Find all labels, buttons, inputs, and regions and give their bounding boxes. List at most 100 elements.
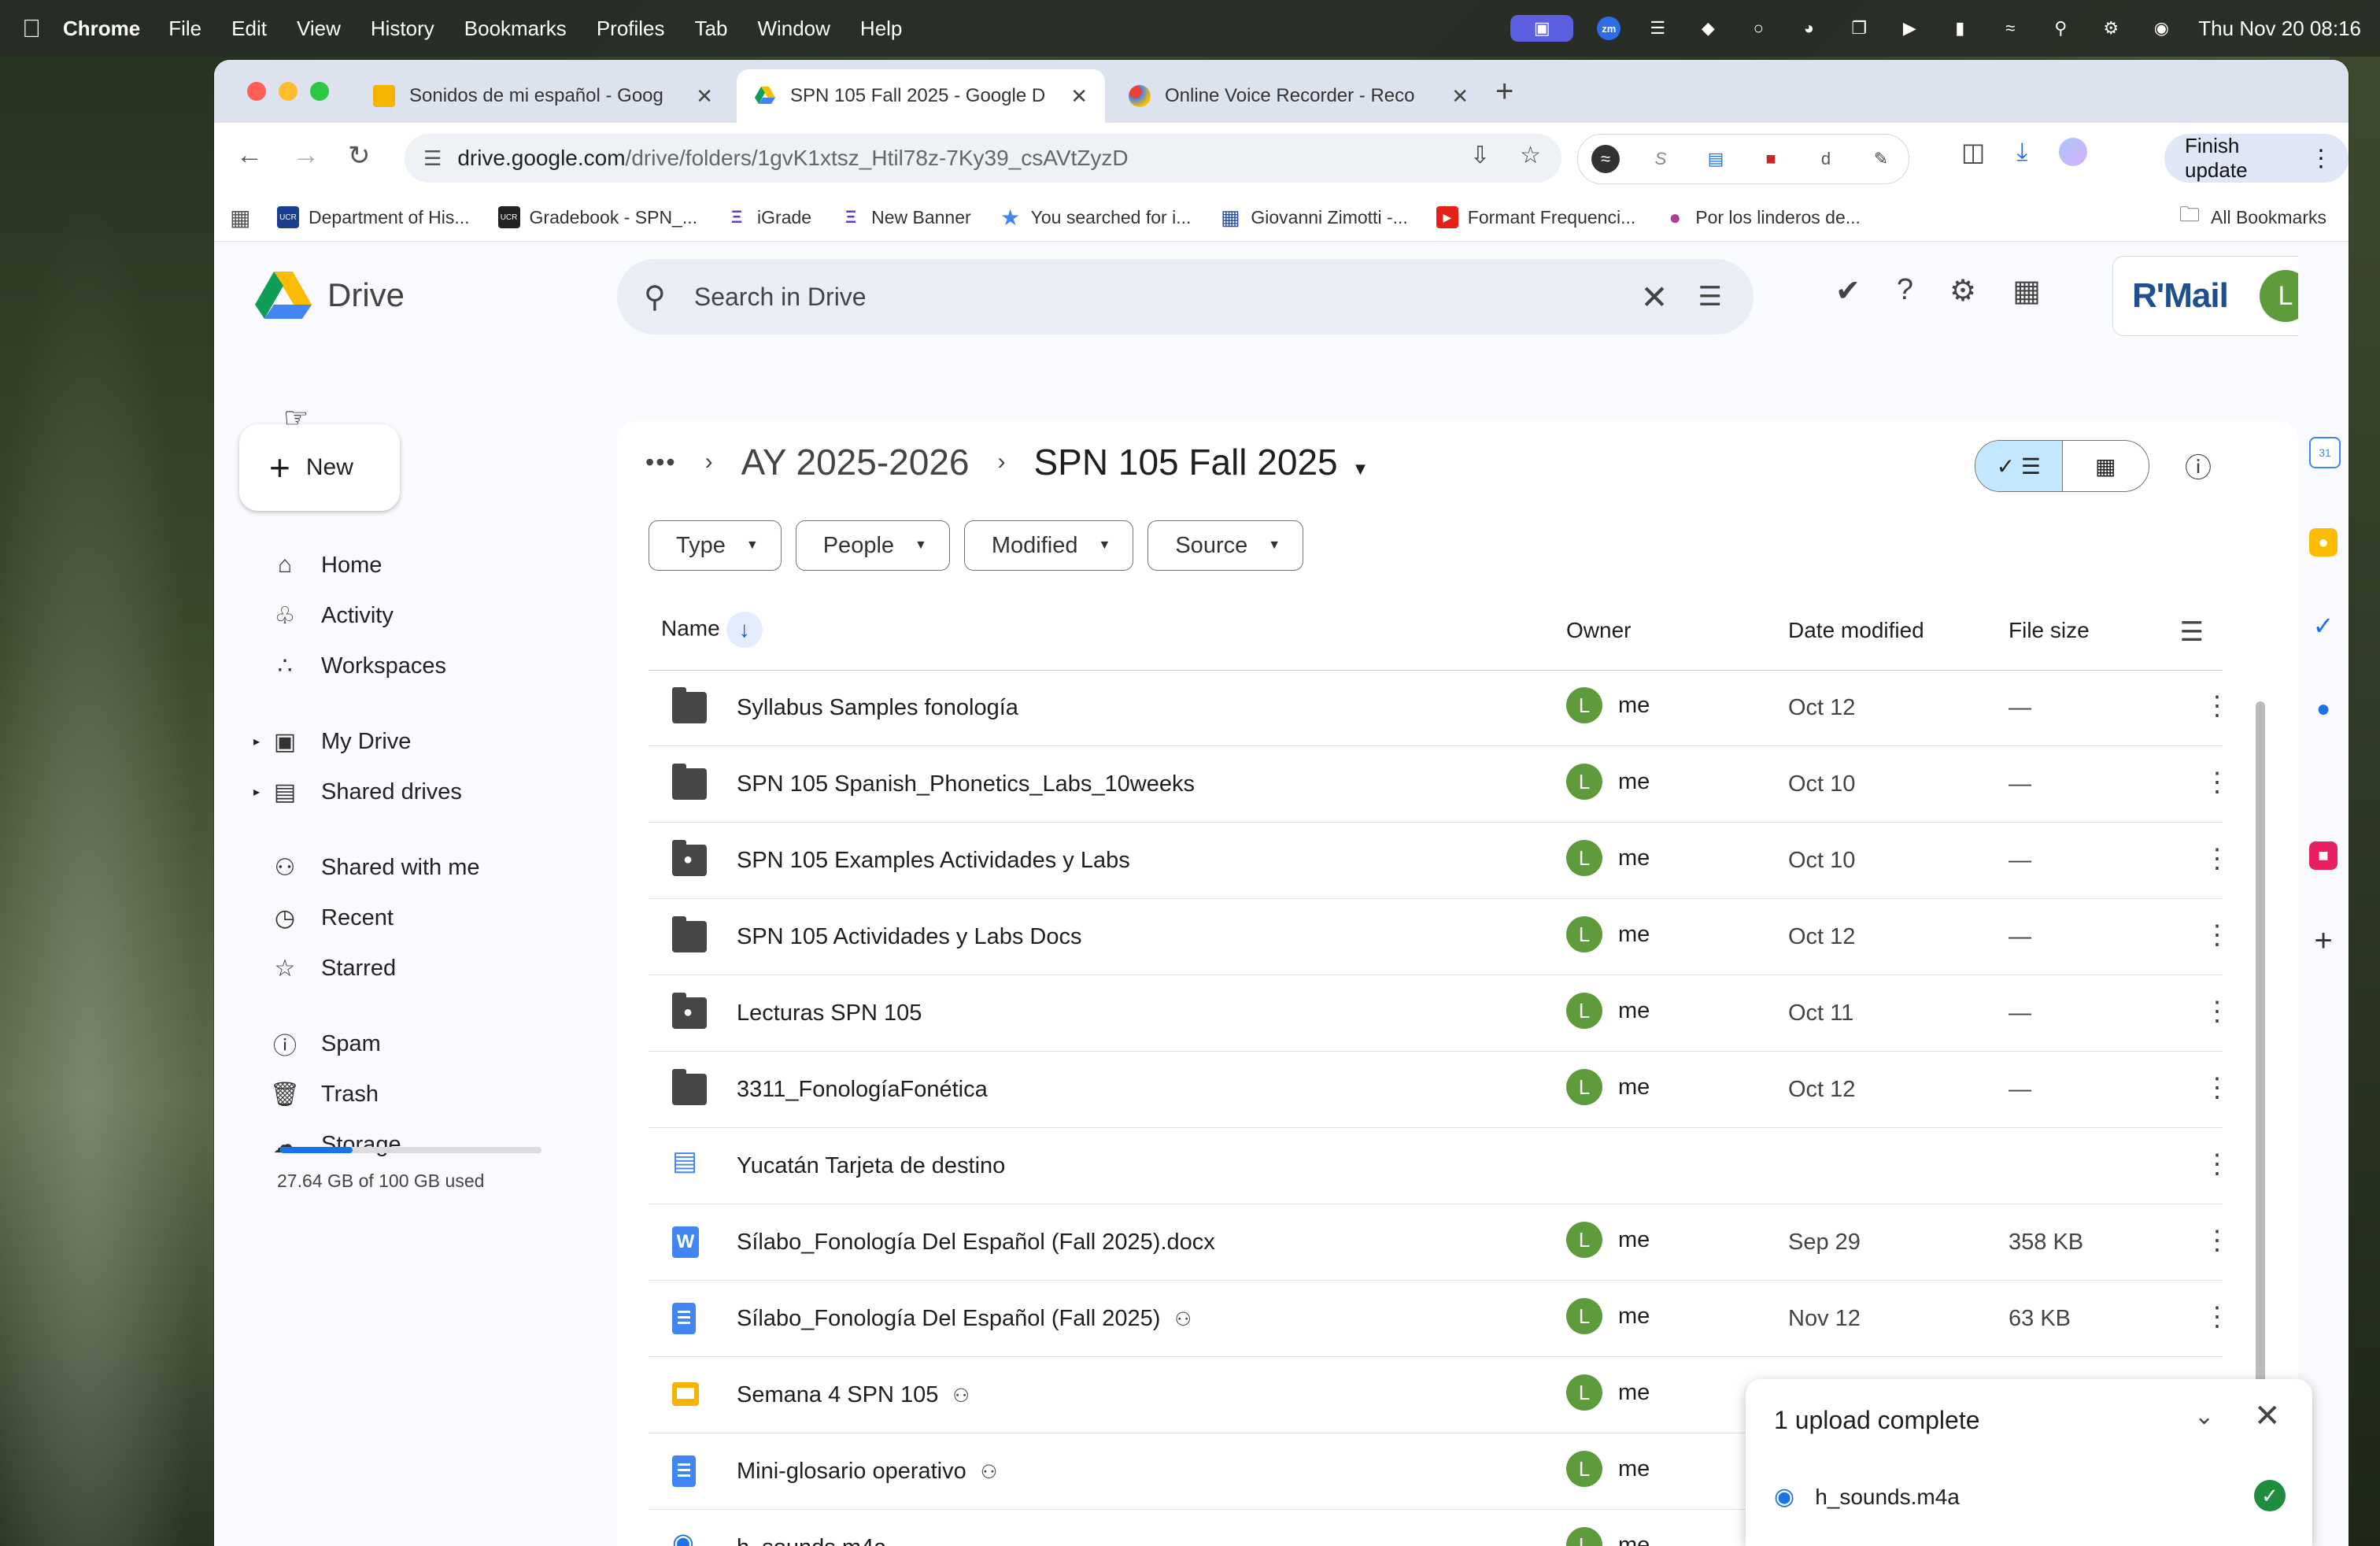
file-name[interactable]: Yucatán Tarjeta de destino	[737, 1153, 1005, 1179]
file-name[interactable]: Mini-glosario operativo ⚇	[737, 1459, 997, 1485]
fullscreen-window-button[interactable]	[310, 82, 329, 101]
clear-search-icon[interactable]: ✕	[1640, 278, 1668, 316]
get-addons-plus-icon[interactable]: +	[2309, 923, 2338, 958]
globe-icon[interactable]: ◕	[1795, 15, 1822, 42]
menubar-app-name[interactable]: Chrome	[63, 17, 140, 41]
addon-icon[interactable]: ■	[2309, 841, 2338, 870]
extension-red-icon[interactable]: ■	[1757, 145, 1785, 173]
table-row[interactable]: Sílabo_Fonología Del Español (Fall 2025)…	[649, 1281, 2230, 1357]
bookmark-star-icon[interactable]: ☆	[1520, 142, 1541, 169]
bookmark-item[interactable]: ΞiGrade	[726, 206, 811, 228]
url-text[interactable]: drive.google.com/drive/folders/1gvK1xtsz…	[457, 146, 1561, 171]
apps-grid-icon[interactable]: ▦	[230, 205, 277, 231]
sidebar-item-storage[interactable]: ☁ Storage	[269, 1125, 401, 1164]
file-name[interactable]: SPN 105 Examples Actividades y Labs	[737, 848, 1130, 874]
minimize-window-button[interactable]	[279, 82, 298, 101]
filter-chip-people[interactable]: People ▼	[795, 520, 950, 571]
table-row[interactable]: ● Lecturas SPN 105 Lme Oct 11 — ⋮	[649, 975, 2230, 1052]
keep-icon[interactable]: ●	[2309, 528, 2338, 557]
collapse-chevron-icon[interactable]: ⌄	[2194, 1403, 2214, 1430]
zoom-icon[interactable]: zm	[1597, 17, 1621, 40]
search-icon[interactable]: ⚲	[644, 279, 666, 315]
more-actions-icon[interactable]: ⋮	[2204, 1301, 2230, 1333]
downloads-icon[interactable]: ⤓	[2016, 137, 2027, 167]
breadcrumb-more-icon[interactable]: •••	[645, 448, 677, 477]
menu-view[interactable]: View	[297, 17, 341, 41]
calendar-icon[interactable]: 31	[2309, 437, 2341, 468]
upload-file-item[interactable]: ◉ h_sounds.m4a	[1774, 1483, 1960, 1511]
reload-icon[interactable]: ↻	[348, 140, 371, 172]
file-name[interactable]: Sílabo_Fonología Del Español (Fall 2025)…	[737, 1230, 1215, 1256]
search-input[interactable]	[692, 281, 1641, 313]
battery-icon[interactable]: ▮	[1946, 15, 1973, 42]
menu-tab[interactable]: Tab	[695, 17, 728, 41]
file-name[interactable]: SPN 105 Spanish_Phonetics_Labs_10weeks	[737, 771, 1195, 797]
window-stack-icon[interactable]: ❐	[1846, 15, 1872, 42]
more-actions-icon[interactable]: ⋮	[2204, 1225, 2230, 1256]
more-actions-icon[interactable]: ⋮	[2204, 996, 2230, 1027]
sidebar-item-shared-with-me[interactable]: ⚇ Shared with me	[269, 848, 480, 887]
more-actions-icon[interactable]: ⋮	[2204, 1072, 2230, 1104]
file-name[interactable]: Sílabo_Fonología Del Español (Fall 2025)…	[737, 1306, 1192, 1332]
details-info-icon[interactable]: ⓘ	[2185, 446, 2212, 485]
file-name[interactable]: SPN 105 Actividades y Labs Docs	[737, 924, 1081, 950]
column-header-owner[interactable]: Owner	[1566, 618, 1631, 643]
menu-file[interactable]: File	[168, 17, 201, 41]
settings-gear-icon[interactable]: ⚙	[1949, 273, 1976, 309]
file-name[interactable]: Syllabus Samples fonología	[737, 695, 1018, 721]
sidebar-item-home[interactable]: ⌂ Home	[269, 546, 382, 585]
sidebar-item-spam[interactable]: ⓘ Spam	[269, 1024, 381, 1063]
filter-chip-modified[interactable]: Modified ▼	[963, 520, 1134, 571]
bookmark-item[interactable]: ★ You searched for i...	[1000, 205, 1191, 230]
menu-bookmarks[interactable]: Bookmarks	[464, 17, 567, 41]
table-row[interactable]: ▤ Yucatán Tarjeta de destino ⋮	[649, 1128, 2230, 1204]
bookmark-item[interactable]: Ξ New Banner	[840, 206, 971, 228]
menu-profiles[interactable]: Profiles	[597, 17, 665, 41]
menu-edit[interactable]: Edit	[231, 17, 267, 41]
table-row[interactable]: Syllabus Samples fonología Lme Oct 12 — ⋮	[649, 670, 2230, 746]
expand-caret-icon[interactable]: ▸	[253, 784, 260, 800]
back-arrow-icon[interactable]: ←	[236, 140, 263, 171]
close-tab-icon[interactable]: ✕	[696, 84, 713, 109]
sidebar-item-shared-drives[interactable]: ▸ ▤ Shared drives	[253, 772, 462, 812]
screen-share-icon[interactable]: ▣	[1510, 15, 1574, 42]
tab-spn105[interactable]: SPN 105 Fall 2025 - Google D ✕	[737, 69, 1105, 123]
more-actions-icon[interactable]: ⋮	[2204, 767, 2230, 798]
more-actions-icon[interactable]: ⋮	[2204, 843, 2230, 875]
close-window-button[interactable]	[247, 82, 266, 101]
apple-icon[interactable]: 	[0, 14, 63, 43]
drive-logo[interactable]: Drive	[255, 270, 405, 320]
table-row[interactable]: SPN 105 Spanish_Phonetics_Labs_10weeks Lm…	[649, 746, 2230, 823]
menu-help[interactable]: Help	[860, 17, 902, 41]
bookmark-item[interactable]: ▦ Giovanni Zimotti -...	[1219, 205, 1408, 229]
bookmark-item[interactable]: ▶ Formant Frequenci...	[1436, 206, 1635, 228]
bookmark-item[interactable]: ● Por los linderos de...	[1664, 205, 1861, 229]
more-actions-icon[interactable]: ⋮	[2204, 690, 2230, 722]
expand-caret-icon[interactable]: ▸	[253, 734, 260, 749]
filter-chip-source[interactable]: Source ▼	[1148, 520, 1304, 571]
help-icon[interactable]: ?	[1897, 273, 1913, 309]
grid-view-button[interactable]: ▦	[2063, 441, 2149, 491]
list-view-button[interactable]: ✓ ☰	[1975, 441, 2063, 491]
close-tab-icon[interactable]: ✕	[1070, 84, 1088, 109]
sidebar-item-workspaces[interactable]: ∴ Workspaces	[269, 646, 446, 686]
tab-search-icon[interactable]: ◫	[1961, 137, 1985, 167]
sidebar-item-my-drive[interactable]: ▸ ▣ My Drive	[253, 722, 411, 761]
tab-sonidos[interactable]: Sonidos de mi español - Goog ✕	[356, 69, 730, 123]
extension-reader-icon[interactable]: ▤	[1702, 145, 1730, 173]
sidebar-item-trash[interactable]: 🗑 Trash	[269, 1074, 379, 1114]
sort-options-icon[interactable]: ☰	[2180, 616, 2204, 648]
all-bookmarks-button[interactable]: 🗀 All Bookmarks	[2179, 200, 2326, 235]
contacts-icon[interactable]: ●	[2309, 695, 2338, 723]
profile-avatar-icon[interactable]	[2059, 138, 2088, 166]
extensions-puzzle-icon[interactable]: ✎	[1867, 145, 1895, 173]
bookmark-item[interactable]: UCR Department of His...	[277, 206, 470, 228]
more-actions-icon[interactable]: ⋮	[2204, 919, 2230, 951]
address-bar[interactable]: ☰ drive.google.com/drive/folders/1gvK1xt…	[405, 134, 1561, 183]
close-tab-icon[interactable]: ✕	[1451, 84, 1469, 109]
forward-arrow-icon[interactable]: →	[293, 140, 320, 171]
menu-window[interactable]: Window	[757, 17, 830, 41]
siri-icon[interactable]: ◉	[2148, 15, 2175, 42]
breadcrumb-parent[interactable]: AY 2025-2026	[741, 441, 970, 483]
table-row[interactable]: ● SPN 105 Examples Actividades y Labs Lme O…	[649, 823, 2230, 899]
